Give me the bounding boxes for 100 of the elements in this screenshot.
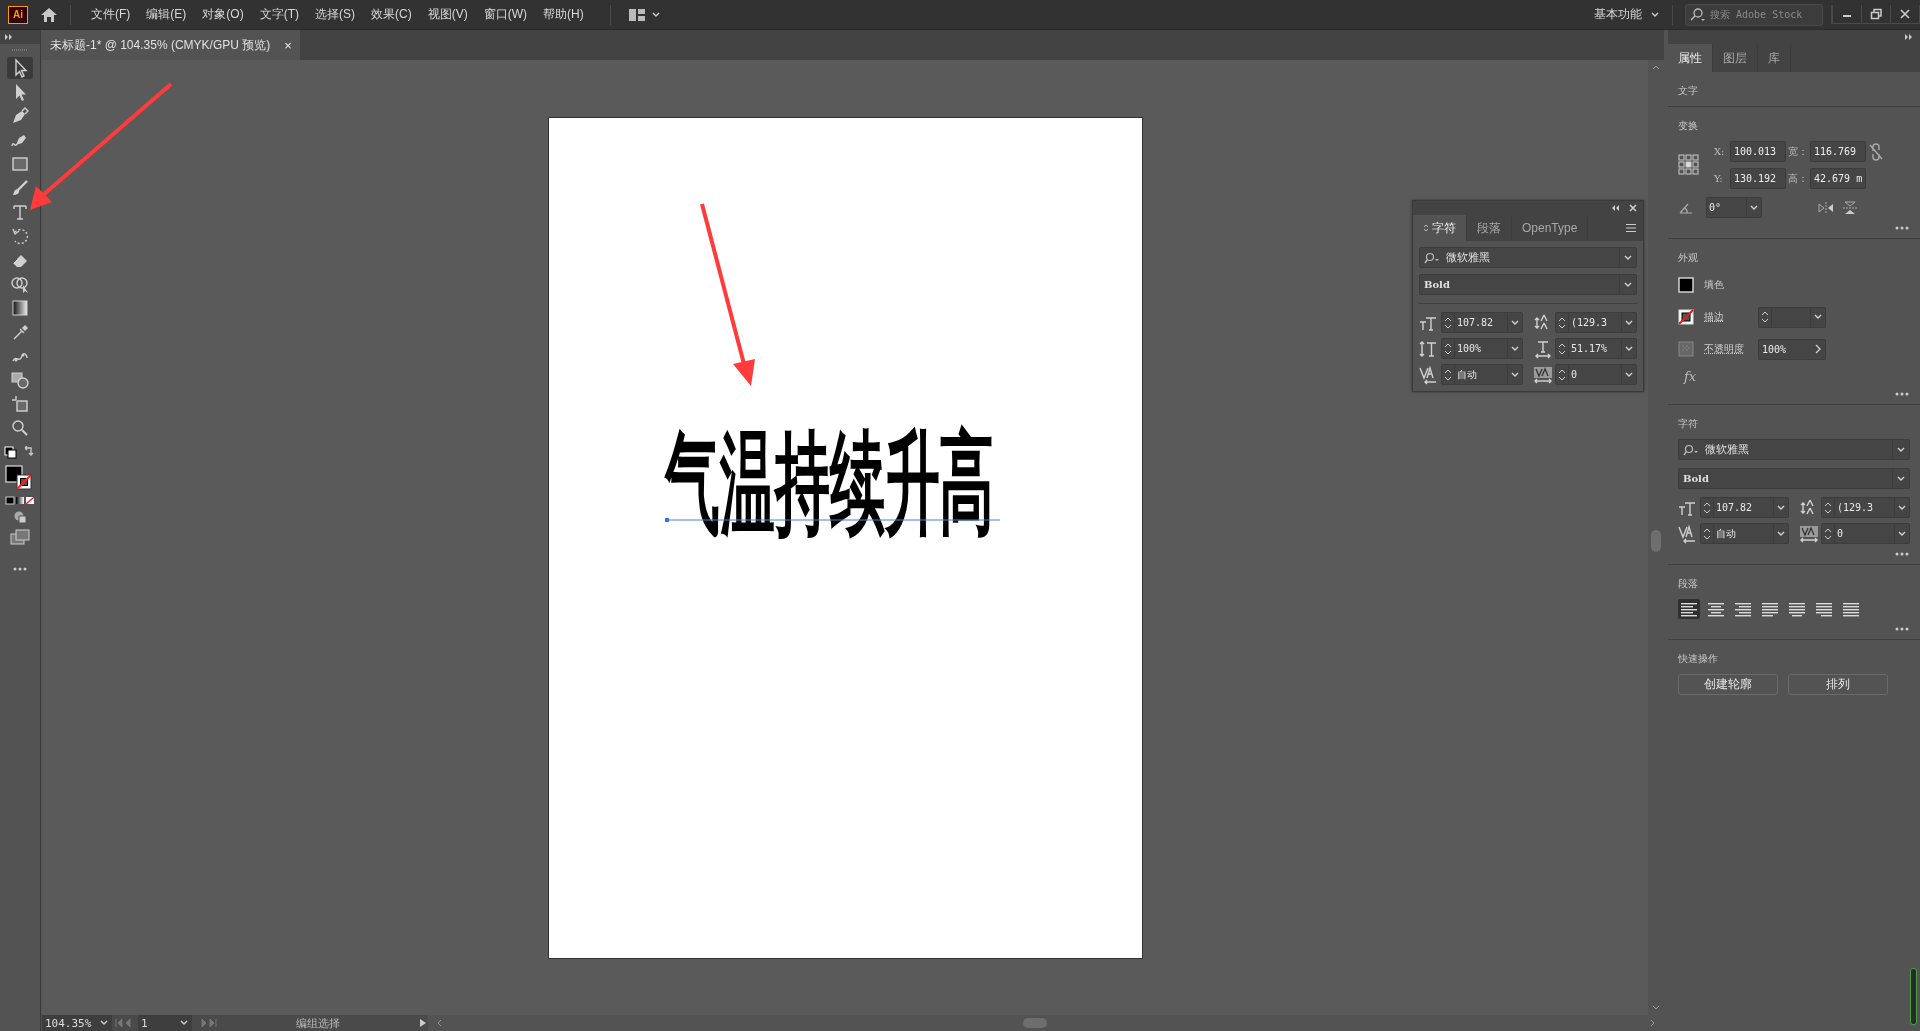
align-button[interactable] [1678,599,1700,619]
panel-scrollbar[interactable] [1910,968,1917,1025]
opacity-label[interactable]: 不透明度 [1704,342,1748,356]
panel-menu-icon[interactable] [1625,223,1637,233]
menu-item[interactable]: 选择(S) [307,6,363,23]
number-field[interactable]: 42.679 m [1810,168,1866,189]
caret-icon[interactable] [1897,529,1907,538]
tool-button[interactable] [7,57,33,79]
collapse-icon[interactable] [1611,205,1621,211]
stepper-icon[interactable] [1444,315,1452,330]
fill-stroke-icon[interactable] [5,465,35,491]
home-icon[interactable] [40,6,58,23]
font-dropdown[interactable]: 微软雅黑 [1678,439,1910,460]
number-field[interactable]: 107.82 [1700,497,1789,518]
scroll-right-icon[interactable] [1650,1019,1656,1027]
stepper-icon[interactable] [1824,500,1832,515]
draw-mode-icon[interactable] [13,510,27,524]
caret-icon[interactable] [1896,474,1906,483]
collapse-icon[interactable] [4,34,14,40]
stepper-icon[interactable] [1703,526,1711,541]
panel-tab[interactable]: 段落 [1467,215,1512,241]
color-mode-icon[interactable] [5,496,35,505]
menu-item[interactable]: 效果(C) [363,6,420,23]
menu-item[interactable]: 视图(V) [419,6,476,23]
panel-tab[interactable]: OpenType [1512,215,1589,241]
caret-icon[interactable] [1650,10,1660,19]
close-icon[interactable] [1899,8,1911,20]
font-dropdown[interactable]: Bold [1678,468,1910,489]
caret-icon[interactable] [1510,344,1520,353]
stroke-weight-field[interactable] [1758,306,1826,328]
number-field[interactable]: 自动 [1700,523,1789,544]
more-icon[interactable] [1894,552,1910,556]
stepper-icon[interactable] [1703,500,1711,515]
number-field[interactable]: (129.3 [1555,312,1637,333]
fill-swatch-icon[interactable] [1678,277,1694,293]
menu-item[interactable]: 编辑(E) [138,6,195,23]
caret-icon[interactable] [1776,503,1786,512]
restore-icon[interactable] [1870,8,1882,20]
font-dropdown[interactable]: 微软雅黑 [1419,247,1637,268]
screen-mode-icon[interactable] [10,529,30,545]
flip-horizontal-icon[interactable] [1818,200,1834,215]
panel-tab[interactable]: 图层 [1713,44,1758,72]
opacity-field[interactable]: 100% [1758,338,1826,360]
angle-field[interactable]: 0° [1706,197,1762,218]
more-icon[interactable] [1894,226,1910,230]
caret-icon[interactable] [1510,318,1520,327]
caret-icon[interactable] [1623,253,1633,262]
layout-icon[interactable] [628,8,645,21]
scroll-up-icon[interactable] [1652,64,1660,70]
number-field[interactable]: 100.013 [1730,141,1786,162]
caret-icon[interactable] [1813,313,1823,321]
caret-icon[interactable] [1510,370,1520,379]
stepper-icon[interactable] [1558,367,1566,382]
more-icon[interactable] [1894,627,1910,631]
menu-item[interactable]: 文字(T) [251,6,307,23]
caret-icon[interactable] [1897,503,1907,512]
artboard-text[interactable]: 气温持续升高 [665,416,995,551]
more-icon[interactable] [12,567,28,571]
stepper-icon[interactable] [1558,315,1566,330]
number-field[interactable]: 自动 [1441,364,1523,385]
scroll-down-icon[interactable] [1652,1005,1660,1011]
action-button[interactable]: 创建轮廓 [1678,674,1778,695]
zoom-field[interactable]: 104.35% [42,1015,112,1031]
workspace-label[interactable]: 基本功能 [1594,6,1642,23]
caret-icon[interactable] [1749,203,1759,212]
caret-icon[interactable] [179,1019,189,1027]
scroll-thumb[interactable] [1651,530,1661,552]
close-icon[interactable] [1629,204,1637,212]
caret-icon[interactable] [1624,370,1634,379]
number-field[interactable]: 0 [1821,523,1910,544]
scroll-left-icon[interactable] [436,1019,442,1027]
panel-tab[interactable]: 库 [1758,44,1791,72]
caret-icon[interactable] [1896,445,1906,454]
expand-icon[interactable] [1904,34,1914,40]
stepper-icon[interactable] [1444,341,1452,356]
stepper-icon[interactable] [1824,526,1832,541]
stepper-icon[interactable] [1761,310,1769,324]
caret-icon[interactable] [1623,280,1633,289]
panel-tab[interactable]: 属性 [1668,44,1713,72]
caret-icon[interactable] [1624,344,1634,353]
caret-icon[interactable] [1624,318,1634,327]
caret-icon[interactable] [99,1019,109,1027]
action-button[interactable]: 排列 [1788,674,1888,695]
caret-icon[interactable] [650,10,661,19]
scroll-thumb[interactable] [1023,1018,1047,1028]
font-dropdown[interactable]: Bold [1419,274,1637,295]
unlink-icon[interactable] [1868,142,1884,161]
flip-vertical-icon[interactable] [1842,200,1858,215]
document-tab[interactable]: 未标题-1* @ 104.35% (CMYK/GPU 预览) × [42,30,300,60]
menu-item[interactable]: 对象(O) [194,6,252,23]
number-field[interactable]: (129.3 [1821,497,1910,518]
play-icon[interactable] [418,1018,428,1028]
menu-item[interactable]: 窗口(W) [475,6,535,23]
number-field[interactable]: 51.17% [1555,338,1637,359]
page-field[interactable]: 1 [138,1015,192,1031]
reference-point-icon[interactable] [1678,154,1700,176]
stepper-icon[interactable] [1558,341,1566,356]
menu-item[interactable]: 帮助(H) [535,6,592,23]
menu-item[interactable]: 文件(F) [83,6,139,23]
stepper-icon[interactable] [1444,367,1452,382]
